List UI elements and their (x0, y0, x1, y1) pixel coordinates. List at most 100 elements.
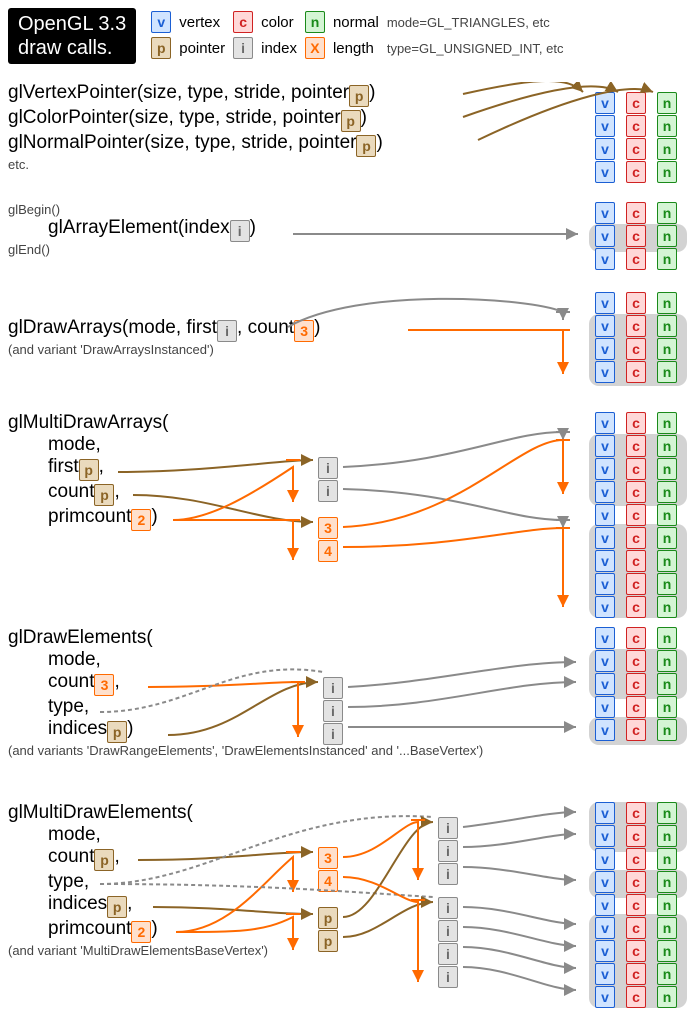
legend-type: type=GL_UNSIGNED_INT, etc (386, 36, 565, 60)
normal-icon: n (657, 917, 677, 939)
index-icon: i (438, 817, 458, 839)
normal-icon: n (657, 802, 677, 824)
color-icon: c (626, 986, 646, 1008)
color-icon: c (626, 202, 646, 224)
length-icon: 4 (318, 870, 338, 892)
index-icon: i (438, 966, 458, 988)
normal-icon: n (657, 361, 677, 383)
color-icon: c (626, 315, 646, 337)
normal-icon: n (657, 248, 677, 270)
legend-length: length (332, 36, 380, 60)
glend: glEnd() (8, 242, 256, 257)
vertex-icon: v (595, 138, 615, 160)
normal-icon: n (657, 550, 677, 572)
vertex-icon: v (595, 940, 615, 962)
pointer-icon: p (107, 721, 127, 743)
call-colorpointer: glColorPointer(size, type, stride, point… (8, 107, 383, 132)
param-indices: indicesp, (48, 893, 268, 918)
page-title: OpenGL 3.3draw calls. (8, 8, 136, 64)
color-icon: c (626, 917, 646, 939)
attr-arrays: vvvvv ccccc nnnnn (595, 627, 683, 742)
pointer-icon: p (318, 930, 338, 952)
pointer-icon: p (341, 110, 361, 132)
normal-icon: n (657, 673, 677, 695)
vertex-icon: v (595, 315, 615, 337)
indices-ptr-array: pp (318, 907, 338, 953)
color-icon: c (626, 848, 646, 870)
pointer-icon: p (94, 849, 114, 871)
call-arrayelement: glArrayElement(indexi) (48, 217, 256, 242)
param-mode: mode, (48, 434, 168, 456)
legend-index: index (260, 36, 298, 60)
normal-icon: n (305, 11, 325, 33)
param-primcount: primcount2) (48, 506, 168, 531)
color-icon: c (626, 225, 646, 247)
vertex-icon: v (595, 871, 615, 893)
length-icon: X (305, 37, 325, 59)
vertex-icon: v (595, 596, 615, 618)
normal-icon: n (657, 338, 677, 360)
call-multidrawelements: glMultiDrawElements( (8, 802, 268, 824)
vertex-icon: v (595, 963, 615, 985)
length-icon: 3 (94, 674, 114, 696)
color-icon: c (626, 248, 646, 270)
color-icon: c (626, 92, 646, 114)
normal-icon: n (657, 481, 677, 503)
color-icon: c (233, 11, 253, 33)
param-indices: indicesp) (48, 718, 483, 743)
color-icon: c (626, 138, 646, 160)
vertex-icon: v (595, 292, 615, 314)
index-icon: i (323, 700, 343, 722)
normal-icon: n (657, 225, 677, 247)
legend: vvertex ccolor nnormal mode=GL_TRIANGLES… (144, 8, 570, 62)
color-icon: c (626, 894, 646, 916)
normal-icon: n (657, 92, 677, 114)
vertex-icon: v (595, 458, 615, 480)
param-mode: mode, (48, 824, 268, 846)
normal-icon: n (657, 412, 677, 434)
pointer-icon: p (349, 85, 369, 107)
normal-icon: n (657, 650, 677, 672)
etc-label: etc. (8, 157, 383, 172)
call-multidrawarrays: glMultiDrawArrays( (8, 412, 168, 434)
index-array-1: iii (438, 817, 458, 886)
vertex-icon: v (595, 719, 615, 741)
color-icon: c (626, 596, 646, 618)
normal-icon: n (657, 138, 677, 160)
vertex-icon: v (595, 92, 615, 114)
color-icon: c (626, 719, 646, 741)
vertex-icon: v (595, 673, 615, 695)
param-count: countp, (48, 481, 168, 506)
color-icon: c (626, 161, 646, 183)
normal-icon: n (657, 573, 677, 595)
vertex-icon: v (595, 361, 615, 383)
normal-icon: n (657, 527, 677, 549)
normal-icon: n (657, 963, 677, 985)
normal-icon: n (657, 848, 677, 870)
color-icon: c (626, 696, 646, 718)
color-icon: c (626, 802, 646, 824)
vertex-icon: v (595, 986, 615, 1008)
attr-arrays: vvvv cccc nnnn (595, 292, 683, 384)
color-icon: c (626, 361, 646, 383)
param-count: count3, (48, 671, 483, 696)
length-icon: 2 (131, 921, 151, 943)
param-count: countp, (48, 846, 268, 871)
call-drawelements: glDrawElements( (8, 627, 483, 649)
normal-icon: n (657, 894, 677, 916)
color-icon: c (626, 963, 646, 985)
normal-icon: n (657, 825, 677, 847)
vertex-icon: v (595, 225, 615, 247)
normal-icon: n (657, 871, 677, 893)
color-icon: c (626, 871, 646, 893)
color-icon: c (626, 940, 646, 962)
normal-icon: n (657, 292, 677, 314)
vertex-icon: v (595, 627, 615, 649)
index-icon: i (323, 677, 343, 699)
param-type: type, (48, 696, 483, 718)
legend-color: color (260, 10, 298, 34)
vertex-icon: v (595, 248, 615, 270)
vertex-icon: v (595, 161, 615, 183)
pointer-icon: p (356, 135, 376, 157)
vertex-icon: v (595, 504, 615, 526)
